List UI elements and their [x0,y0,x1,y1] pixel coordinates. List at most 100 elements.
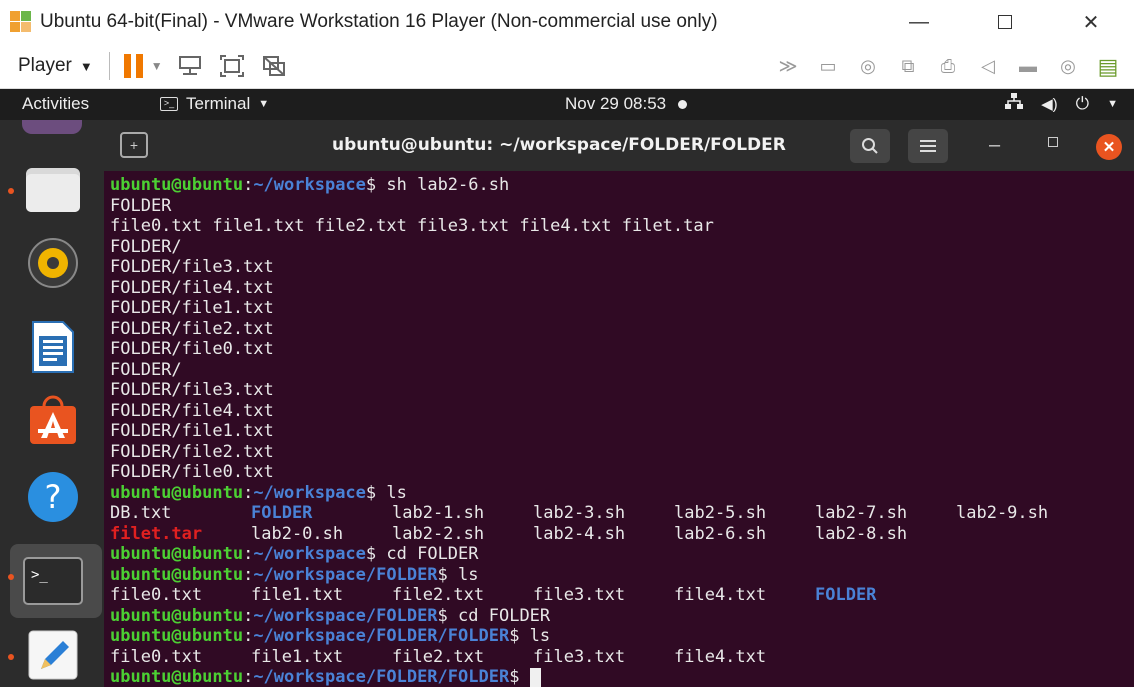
clock-button[interactable]: Nov 29 08:53 [565,94,688,114]
ubuntu-top-bar: Activities >_ Terminal ▼ Nov 29 08:53 ◀︎… [0,89,1134,120]
pause-dropdown-icon[interactable]: ▼ [151,59,163,73]
printer-icon[interactable]: ⎙ [931,54,965,80]
file-entry: filet.tar [110,523,203,544]
file-entry: file1.txt [251,646,344,667]
writer-icon[interactable] [22,316,84,378]
caret-down-icon: ▼ [258,98,270,110]
help-icon[interactable]: ? [22,466,84,528]
system-status-menu[interactable]: ◀︎) ⏻ ▼ [1005,93,1118,114]
app-menu-button[interactable]: >_ Terminal ▼ [160,94,269,114]
rhythmbox-icon[interactable] [22,232,84,294]
network-icon [1005,93,1024,114]
output-line: FOLDER/file2.txt [110,441,274,462]
minimize-window-button[interactable]: — [876,0,962,44]
file-entry: file1.txt [251,585,344,605]
output-line: FOLDER/file4.txt [110,277,274,298]
file-entry: file0.txt [110,585,203,605]
file-entry: lab2-2.sh [392,523,485,544]
file-entry: lab2-4.sh [533,523,626,544]
text-cursor [529,667,541,687]
file-entry: lab2-5.sh [674,503,767,523]
output-line: FOLDER/file1.txt [110,298,274,318]
file-entry: DB.txt [110,503,172,523]
window-title: Ubuntu 64-bit(Final) - VMware Workstatio… [40,11,718,32]
terminal-title: ubuntu@ubuntu: ~/workspace/FOLDER/FOLDER [332,135,786,155]
file-entry: file0.txt [110,646,203,667]
file-entry: lab2-1.sh [392,503,485,523]
dock-top-partial-icon [22,120,82,134]
output-line: FOLDER/file0.txt [110,462,274,482]
output-line: file0.txt file1.txt file2.txt file3.txt … [110,216,714,236]
cd-rom-icon[interactable]: ◎ [851,54,885,80]
prompt-line: ubuntu@ubuntu:~/workspace/FOLDER$ cd FOL… [110,605,551,626]
pause-icon[interactable] [123,54,143,78]
message-log-icon[interactable]: ▤ [1091,54,1125,80]
ubuntu-dock: ? >_ [0,120,104,687]
output-line: FOLDER/file1.txt [110,421,274,441]
app-menu-label: Terminal [186,94,251,113]
file-entry: file4.txt [674,585,767,605]
text-editor-icon[interactable] [22,624,84,686]
file-entry: file2.txt [392,585,485,605]
file-entry: file4.txt [674,646,767,667]
prompt-line: ubuntu@ubuntu:~/workspace/FOLDER$ ls [110,564,479,585]
fit-guest-icon[interactable] [217,53,247,79]
running-indicator [8,574,14,580]
svg-text:>_: >_ [31,567,48,583]
terminal-icon[interactable]: >_ [22,550,84,612]
running-indicator [8,654,14,660]
output-line: FOLDER/ [110,236,182,257]
player-menu-button[interactable]: Player ▼ [18,55,93,77]
hamburger-menu-button[interactable] [908,129,948,163]
forward-icon[interactable]: ≫ [771,54,805,80]
notification-dot-icon [678,99,688,109]
prompt-line: ubuntu@ubuntu:~/workspace$ ls [110,482,407,503]
svg-text:?: ? [45,478,62,516]
file-entry: lab2-9.sh [956,503,1049,523]
vmware-logo-icon [10,11,32,33]
output-line: FOLDER/file4.txt [110,400,274,421]
software-icon[interactable] [22,390,84,452]
new-tab-icon[interactable]: + [120,132,148,158]
output-line: FOLDER/file3.txt [110,257,274,277]
terminal-minimize-button[interactable]: – [989,134,1000,157]
search-button[interactable] [850,129,890,163]
power-icon: ⏻ [1075,93,1090,113]
close-window-button[interactable]: ✕ [1048,0,1134,44]
disc-icon[interactable]: ◎ [1051,54,1085,80]
active-prompt-line[interactable]: ubuntu@ubuntu:~/workspace/FOLDER/FOLDER$ [110,667,1134,687]
output-line: FOLDER [110,195,172,216]
prompt-line: ubuntu@ubuntu:~/workspace$ sh lab2-6.sh [110,175,510,195]
output-line: FOLDER/file3.txt [110,380,274,400]
network-adapter-icon[interactable]: ⧉ [891,54,925,80]
maximize-window-button[interactable] [962,0,1048,44]
hamburger-icon [920,140,936,152]
terminal-output[interactable]: ubuntu@ubuntu:~/workspace$ sh lab2-6.sh … [104,171,1134,687]
ls-output-row: file0.txt file1.txt file2.txt file3.txt file… [110,647,1134,668]
hard-disk-icon[interactable]: ▭ [811,54,845,80]
files-icon[interactable] [22,158,84,220]
clock-label: Nov 29 08:53 [565,94,667,113]
terminal-small-icon: >_ [160,97,178,111]
activities-button[interactable]: Activities [22,94,89,114]
ls-output-row: file0.txt file1.txt file2.txt file3.txt file… [110,585,1134,606]
prompt-line: ubuntu@ubuntu:~/workspace/FOLDER/FOLDER$… [110,626,551,646]
vmware-toolbar: Player ▼ ▼ ≫ ▭ ◎ ⧉ ⎙ ◁ ▬ ◎ ▤ [0,44,1134,89]
toolbar-divider [108,52,110,80]
vmware-titlebar: Ubuntu 64-bit(Final) - VMware Workstatio… [0,0,1134,44]
search-icon [862,138,878,154]
script-output: FOLDER file0.txt file1.txt file2.txt file… [110,196,1134,483]
terminal-maximize-button[interactable] [1048,137,1058,147]
volume-icon: ◀︎) [1041,95,1058,113]
directory-entry: FOLDER [251,503,313,523]
send-ctrl-alt-del-icon[interactable] [175,53,205,79]
terminal-headerbar: + ubuntu@ubuntu: ~/workspace/FOLDER/FOLD… [104,120,1134,171]
caret-down-icon: ▼ [79,58,93,74]
usb-device-icon[interactable]: ▬ [1011,54,1045,80]
file-entry: lab2-8.sh [815,523,908,544]
unity-icon[interactable] [259,53,289,79]
output-line: FOLDER/ [110,359,182,380]
file-entry: file2.txt [392,646,485,667]
sound-card-icon[interactable]: ◁ [971,54,1005,80]
terminal-close-button[interactable]: ✕ [1096,134,1122,160]
